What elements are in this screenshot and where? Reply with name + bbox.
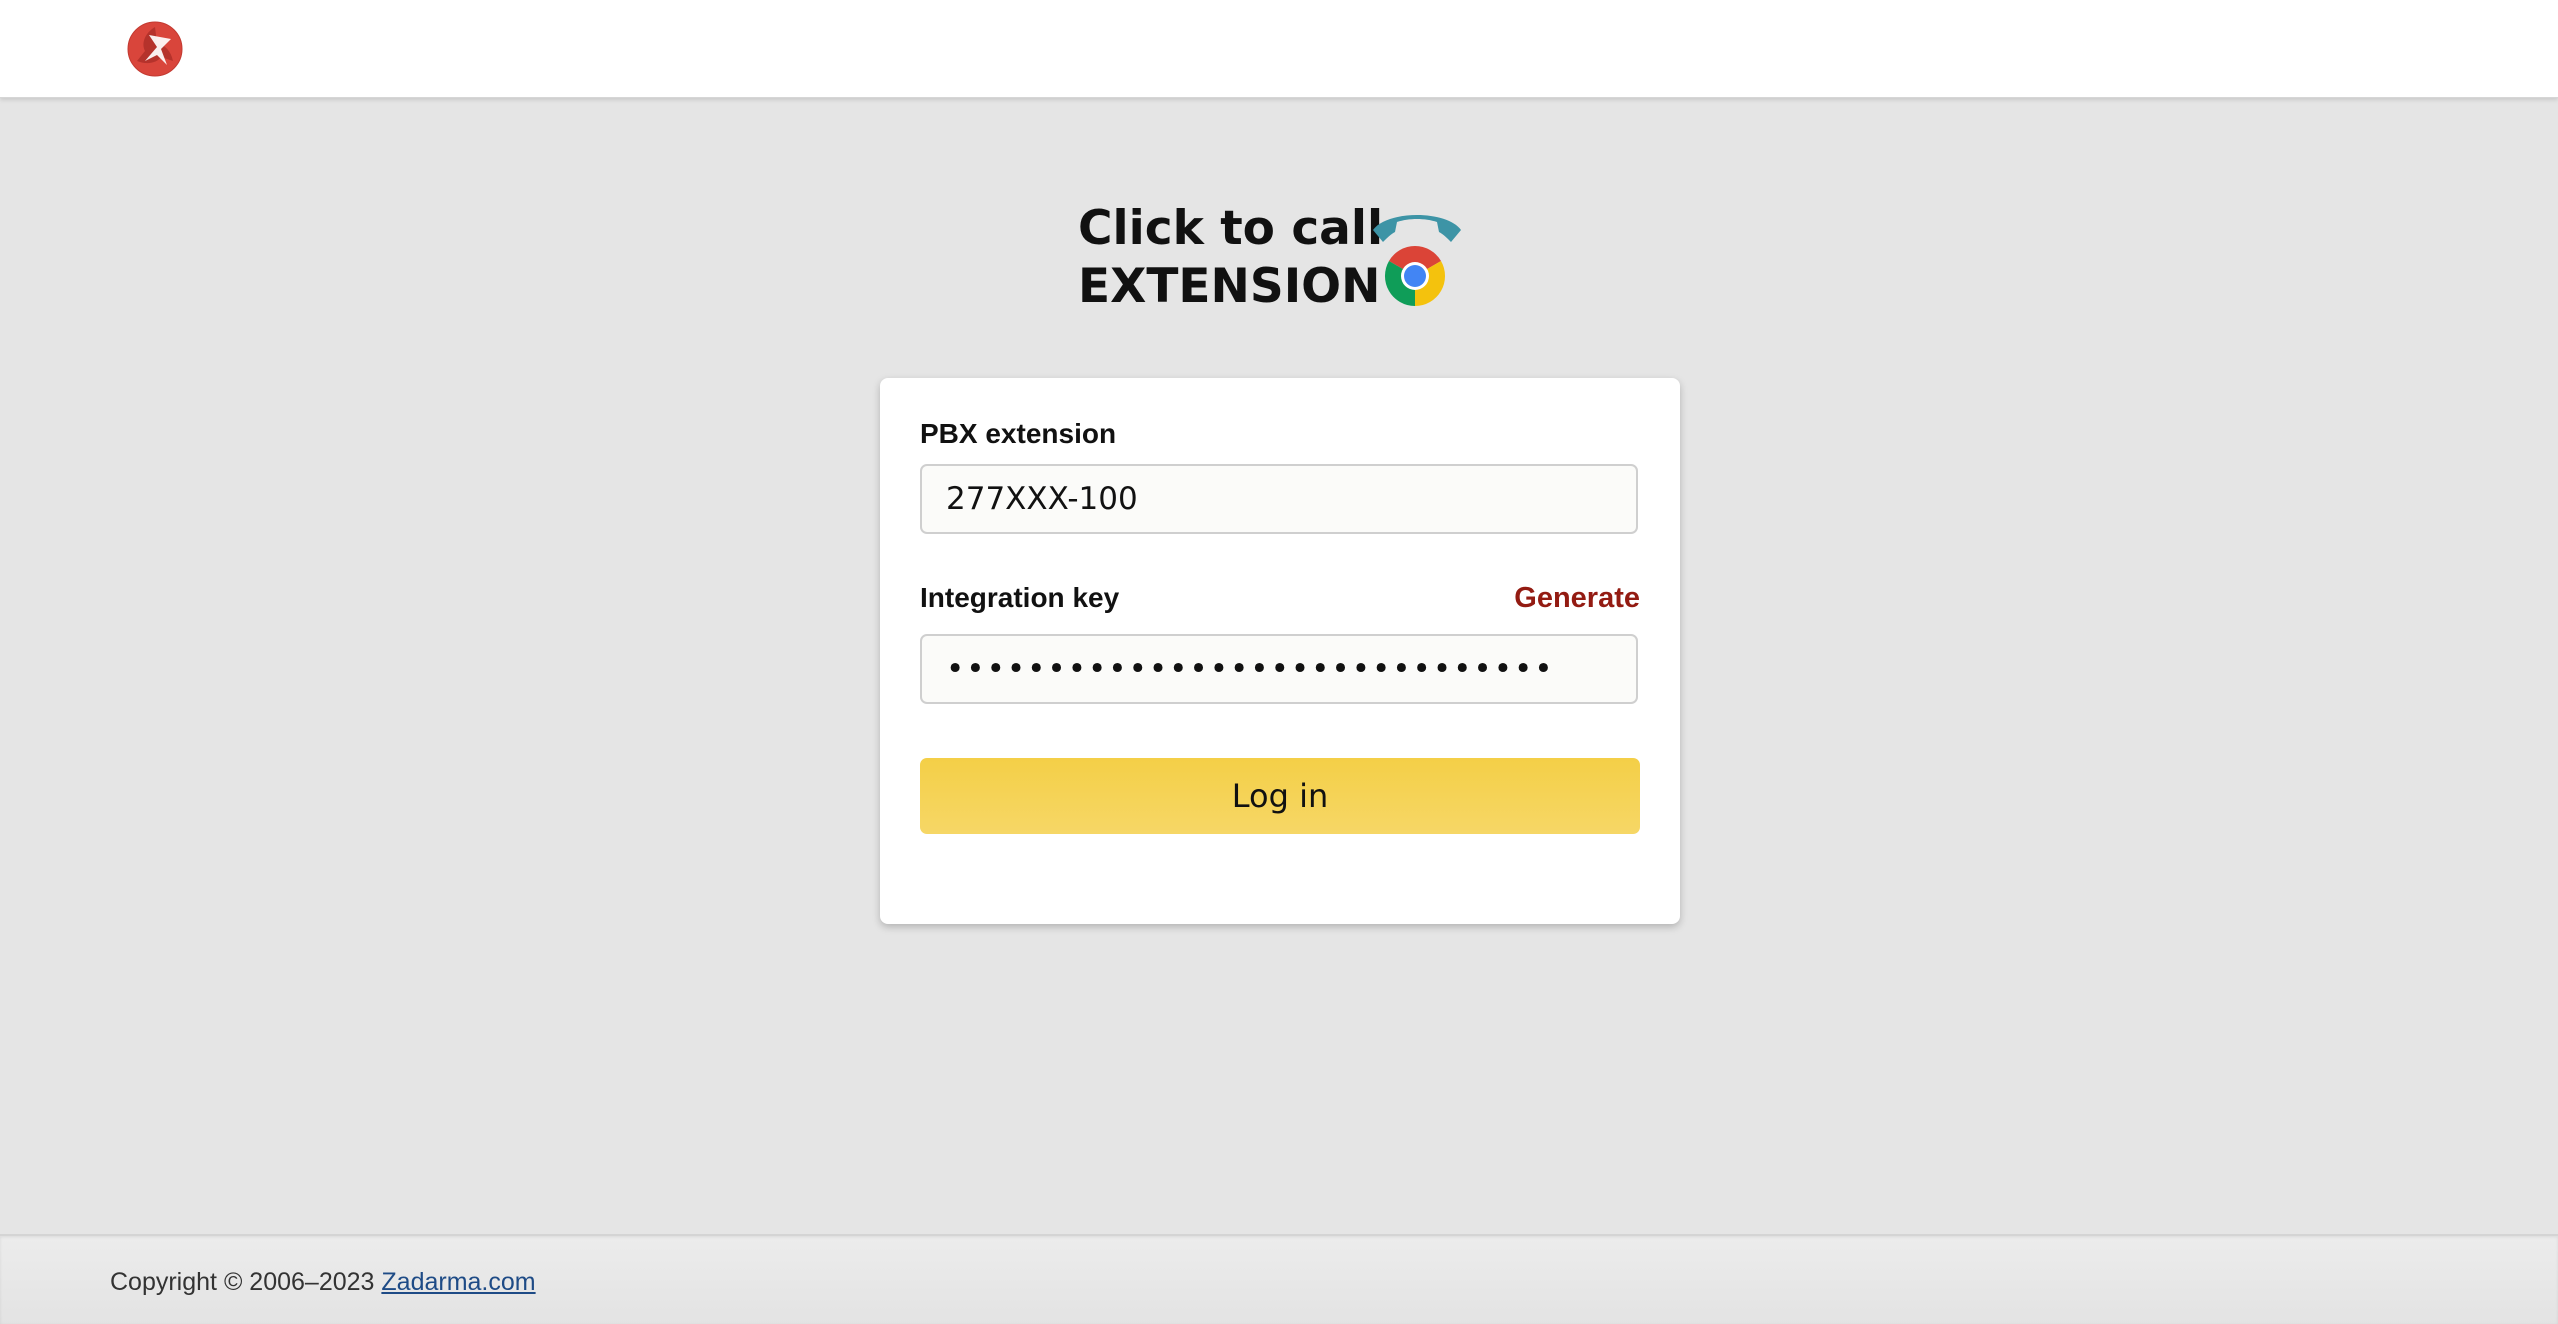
zadarma-link[interactable]: Zadarma.com [381,1268,535,1296]
branding-title: Click to call EXTENSION [1078,200,1383,316]
branding-line-1: Click to call [1078,201,1384,256]
login-button[interactable]: Log in [920,758,1640,834]
integration-key-input[interactable] [920,634,1638,704]
integration-key-label: Integration key [920,582,1120,613]
extension-branding: Click to call EXTENSION [1078,200,1478,320]
phone-chrome-icon [1373,215,1461,306]
footer: Copyright © 2006–2023 Zadarma.com [0,1234,2558,1324]
login-card: PBX extension Integration key Generate L… [880,378,1680,924]
branding-line-2: EXTENSION [1078,259,1381,314]
copyright-text: Copyright © 2006–2023 Zadarma.com [110,1268,536,1297]
copyright-label: Copyright © 2006–2023 [110,1268,382,1296]
pbx-extension-input[interactable] [920,464,1638,534]
zadarma-logo-icon[interactable] [127,21,183,77]
generate-key-link[interactable]: Generate [1514,582,1640,615]
top-bar [0,0,2558,98]
pbx-extension-label: PBX extension [920,418,1117,449]
